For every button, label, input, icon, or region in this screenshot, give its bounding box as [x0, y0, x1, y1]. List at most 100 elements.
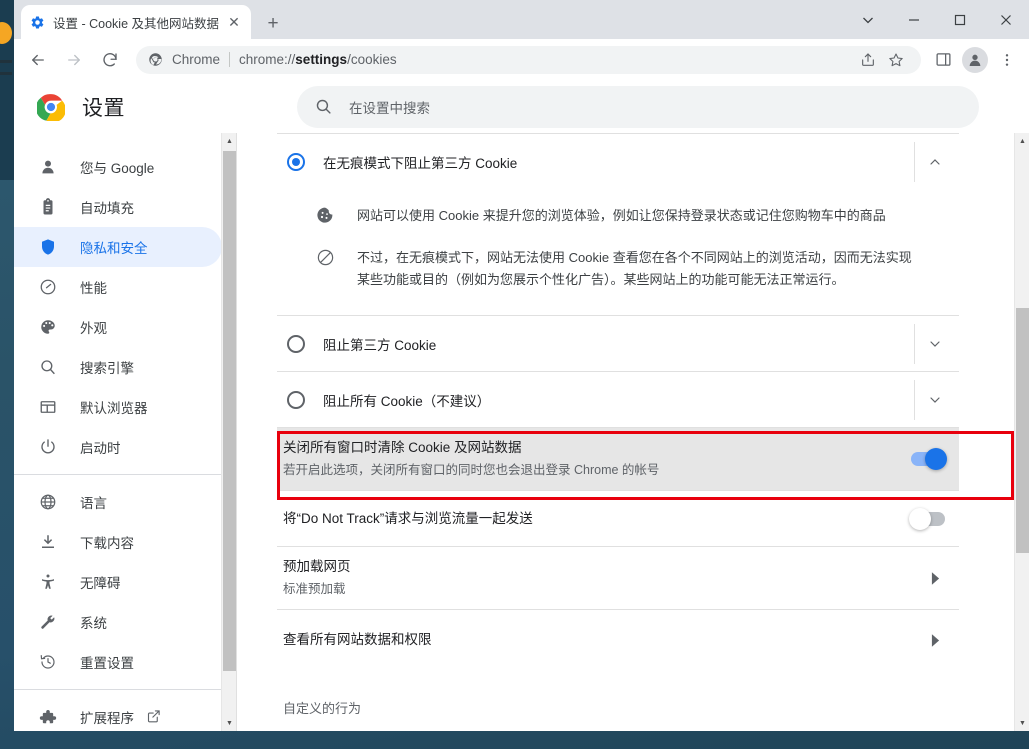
setting-text: 将“Do Not Track”请求与浏览流量一起发送: [283, 509, 911, 529]
search-icon: [38, 357, 58, 377]
scroll-up-icon[interactable]: ▲: [1015, 133, 1029, 149]
close-icon[interactable]: ✕: [225, 13, 243, 31]
radio-button[interactable]: [287, 152, 305, 171]
toggle-do-not-track[interactable]: [909, 507, 945, 530]
setting-title: 预加载网页: [283, 559, 351, 574]
detail-text: 不过，在无痕模式下，网站无法使用 Cookie 查看您在各个不同网站上的浏览活动…: [357, 250, 912, 287]
sidebar-item-appearance[interactable]: 外观: [14, 307, 222, 347]
sidebar-item-accessibility[interactable]: 无障碍: [14, 562, 222, 602]
speedometer-icon: [38, 277, 58, 297]
option-block-third-party[interactable]: 阻止第三方 Cookie: [277, 315, 959, 371]
sidebar-item-privacy-and-security[interactable]: 隐私和安全: [14, 227, 222, 267]
chevron-down-icon[interactable]: [914, 379, 955, 420]
sidebar-item-performance[interactable]: 性能: [14, 267, 222, 307]
sidebar-item-label: 外观: [80, 321, 107, 336]
setting-title: 将“Do Not Track”请求与浏览流量一起发送: [283, 510, 533, 526]
sidebar-item-languages[interactable]: 语言: [14, 482, 222, 522]
reload-icon[interactable]: [95, 45, 125, 75]
omnibox-icons: [855, 47, 909, 73]
search-icon: [315, 98, 333, 116]
clipboard-icon: [38, 197, 58, 217]
setting-text: 关闭所有窗口时清除 Cookie 及网站数据 若开启此选项，关闭所有窗口的同时您…: [283, 438, 911, 480]
omnibox-scheme: Chrome: [172, 52, 221, 67]
radio-button[interactable]: [287, 390, 305, 409]
setting-view-site-data[interactable]: 查看所有网站数据和权限: [277, 609, 959, 670]
detail-bullet: 不过，在无痕模式下，网站无法使用 Cookie 查看您在各个不同网站上的浏览活动…: [277, 237, 959, 301]
sidebar-item-reset-settings[interactable]: 重置设置: [14, 642, 222, 682]
option-label: 阻止第三方 Cookie: [323, 337, 437, 353]
content-scrollbar-thumb[interactable]: [1016, 308, 1029, 553]
sidebar-scrollbar-thumb[interactable]: [223, 151, 236, 671]
desktop-icon-blob: [0, 22, 12, 44]
chevron-down-icon[interactable]: [914, 323, 955, 364]
omnibox-url: chrome://settings/cookies: [239, 52, 397, 67]
radio-button[interactable]: [287, 334, 305, 353]
content-scrollbar[interactable]: ▲ ▼: [1014, 133, 1029, 731]
bookmark-star-icon[interactable]: [883, 47, 909, 73]
scroll-up-icon[interactable]: ▲: [222, 133, 236, 149]
back-icon[interactable]: [23, 45, 53, 75]
toggle-clear-cookies-on-close[interactable]: [911, 448, 947, 470]
setting-do-not-track[interactable]: 将“Do Not Track”请求与浏览流量一起发送: [277, 490, 959, 546]
sidebar-item-on-startup[interactable]: 启动时: [14, 427, 222, 467]
settings-header: 设置 在设置中搜索: [14, 80, 1029, 133]
setting-preload-pages[interactable]: 预加载网页 标准预加载: [277, 546, 959, 609]
option-block-all-cookies[interactable]: 阻止所有 Cookie（不建议）: [277, 371, 959, 427]
sidebar-item-downloads[interactable]: 下载内容: [14, 522, 222, 562]
sidebar-item-you-and-google[interactable]: 您与 Google: [14, 147, 222, 187]
search-placeholder: 在设置中搜索: [349, 100, 430, 116]
globe-icon: [38, 492, 58, 512]
forward-icon[interactable]: [59, 45, 89, 75]
scroll-down-icon[interactable]: ▼: [222, 715, 236, 731]
sidebar-item-label: 隐私和安全: [80, 241, 148, 256]
chevron-right-icon[interactable]: [915, 620, 955, 660]
share-icon[interactable]: [855, 47, 881, 73]
sidebar-item-autofill[interactable]: 自动填充: [14, 187, 222, 227]
person-icon: [38, 157, 58, 177]
external-link-icon[interactable]: [146, 709, 162, 725]
address-bar[interactable]: Chrome chrome://settings/cookies: [136, 45, 921, 74]
download-icon: [38, 532, 58, 552]
setting-subtitle: 若开启此选项，关闭所有窗口的同时您也会退出登录 Chrome 的帐号: [283, 463, 660, 477]
sidebar-scrollbar[interactable]: ▲ ▼: [221, 133, 236, 731]
setting-subtitle: 标准预加载: [283, 582, 346, 596]
sidebar-item-extensions[interactable]: 扩展程序: [14, 697, 222, 731]
tab-title: 设置 - Cookie 及其他网站数据: [53, 16, 219, 31]
omnibox-divider: [229, 52, 231, 67]
close-icon[interactable]: [983, 0, 1029, 39]
browser-tab[interactable]: 设置 - Cookie 及其他网站数据 ✕: [21, 5, 251, 39]
card-inner: 在无痕模式下阻止第三方 Cookie 网站可以使用 Cookie 来提升您的浏览…: [277, 133, 959, 727]
browser-window: 设置 - Cookie 及其他网站数据 ✕ + Chrome chrome://…: [14, 0, 1029, 731]
chevron-up-icon[interactable]: [914, 141, 955, 182]
cookie-icon: [315, 205, 335, 225]
toggle-knob: [909, 507, 931, 530]
desktop-edge-mark: [0, 72, 12, 75]
palette-icon: [38, 317, 58, 337]
minimize-icon[interactable]: [891, 0, 937, 39]
maximize-icon[interactable]: [937, 0, 983, 39]
sidebar-item-label: 下载内容: [80, 536, 134, 551]
new-tab-button[interactable]: +: [261, 11, 285, 35]
setting-clear-cookies-on-close[interactable]: 关闭所有窗口时清除 Cookie 及网站数据 若开启此选项，关闭所有窗口的同时您…: [277, 427, 959, 490]
sidebar-item-label: 启动时: [80, 441, 121, 456]
sidebar-item-label: 系统: [80, 616, 107, 631]
sidebar-item-default-browser[interactable]: 默认浏览器: [14, 387, 222, 427]
sidebar-item-label: 扩展程序: [80, 711, 134, 726]
setting-text: 预加载网页 标准预加载: [283, 557, 915, 599]
sidebar-item-label: 搜索引擎: [80, 361, 134, 376]
avatar[interactable]: [962, 46, 988, 73]
sidebar-item-search-engine[interactable]: 搜索引擎: [14, 347, 222, 387]
scroll-down-icon[interactable]: ▼: [1015, 715, 1029, 731]
history-restore-icon: [38, 652, 58, 672]
desktop-edge-mark: [0, 60, 12, 63]
url-prefix: chrome://: [239, 52, 296, 67]
more-menu-icon[interactable]: [992, 45, 1022, 75]
option-block-third-party-incognito[interactable]: 在无痕模式下阻止第三方 Cookie: [277, 133, 959, 189]
sidebar-item-system[interactable]: 系统: [14, 602, 222, 642]
search-input[interactable]: 在设置中搜索: [297, 85, 979, 128]
chevron-right-icon[interactable]: [915, 558, 955, 598]
tab-search-icon[interactable]: [845, 0, 891, 39]
toggle-knob: [925, 448, 947, 470]
side-panel-icon[interactable]: [928, 45, 958, 75]
tab-strip: 设置 - Cookie 及其他网站数据 ✕ +: [14, 0, 1029, 39]
